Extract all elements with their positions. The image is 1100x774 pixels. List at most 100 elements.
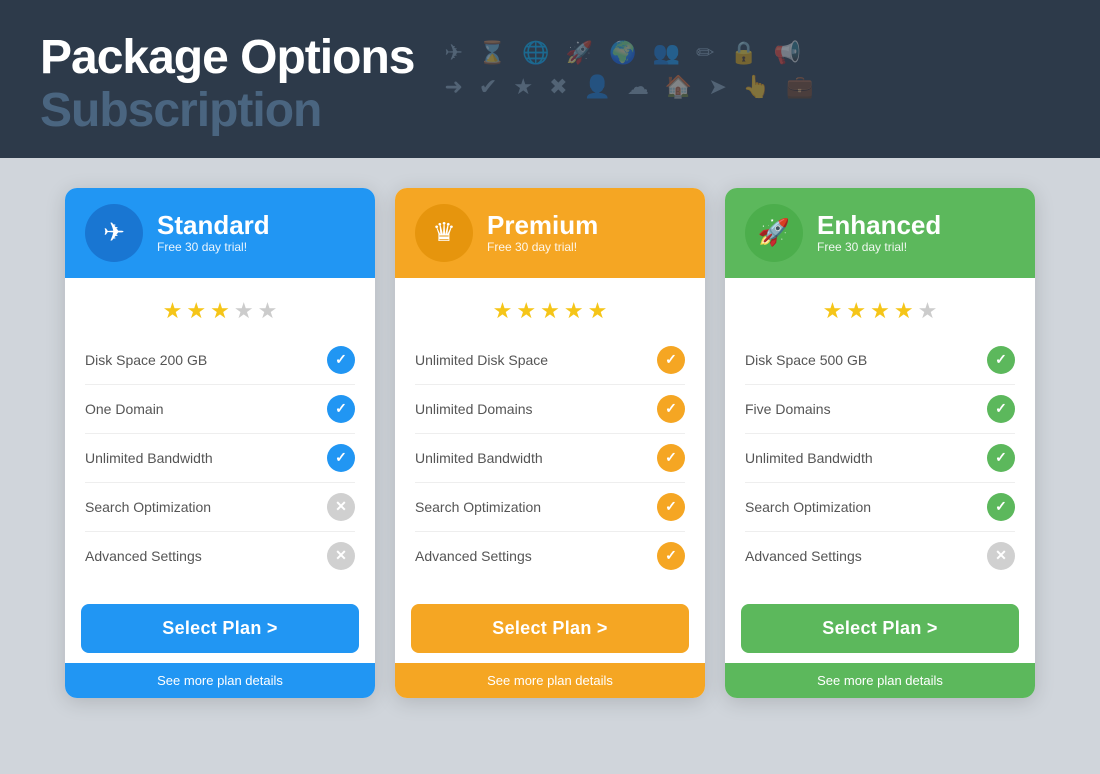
plan-trial-enhanced: Free 30 day trial! bbox=[817, 240, 941, 254]
icon-row-2: ➜ ✔ ★ ✖ 👤 ☁ 🏠 ➤ 👆 💼 bbox=[444, 74, 813, 100]
select-plan-button-enhanced[interactable]: Select Plan > bbox=[741, 604, 1019, 653]
signpost-icon: ✈ bbox=[444, 40, 462, 66]
feature-badge-standard-1: ✓ bbox=[327, 395, 355, 423]
plans-container: ✈StandardFree 30 day trial!★★★★★Disk Spa… bbox=[0, 158, 1100, 774]
feature-badge-enhanced-3: ✓ bbox=[987, 493, 1015, 521]
feature-label-premium-4: Advanced Settings bbox=[415, 548, 532, 564]
header-icon-grid: ✈ ⌛ 🌐 🚀 🌍 👥 ✏ 🔒 📢 ➜ ✔ ★ ✖ 👤 ☁ 🏠 ➤ 👆 💼 bbox=[444, 32, 813, 100]
star-premium-0: ★ bbox=[493, 298, 513, 324]
briefcase-icon: 💼 bbox=[786, 74, 813, 100]
feature-label-enhanced-1: Five Domains bbox=[745, 401, 831, 417]
plan-footer-premium[interactable]: See more plan details bbox=[395, 663, 705, 698]
megaphone-icon: 📢 bbox=[774, 40, 801, 66]
star-enhanced-1: ★ bbox=[846, 298, 866, 324]
feature-label-enhanced-0: Disk Space 500 GB bbox=[745, 352, 867, 368]
feature-row-premium-0: Unlimited Disk Space ✓ bbox=[415, 336, 685, 385]
star-standard-1: ★ bbox=[186, 298, 206, 324]
pointer-icon: 👆 bbox=[743, 74, 770, 100]
select-plan-button-premium[interactable]: Select Plan > bbox=[411, 604, 689, 653]
lock-icon: 🔒 bbox=[730, 40, 757, 66]
star-enhanced-0: ★ bbox=[823, 298, 843, 324]
feature-row-enhanced-0: Disk Space 500 GB ✓ bbox=[745, 336, 1015, 385]
plan-title-block-standard: StandardFree 30 day trial! bbox=[157, 212, 270, 254]
cross-icon: ✖ bbox=[549, 74, 567, 100]
star-standard-4: ★ bbox=[258, 298, 278, 324]
select-plan-button-standard[interactable]: Select Plan > bbox=[81, 604, 359, 653]
feature-label-premium-3: Search Optimization bbox=[415, 499, 541, 515]
feature-label-enhanced-2: Unlimited Bandwidth bbox=[745, 450, 873, 466]
feature-badge-premium-2: ✓ bbox=[657, 444, 685, 472]
plan-icon-enhanced: 🚀 bbox=[745, 204, 803, 262]
feature-label-premium-1: Unlimited Domains bbox=[415, 401, 532, 417]
plan-body-premium: ★★★★★Unlimited Disk Space✓Unlimited Doma… bbox=[395, 278, 705, 590]
feature-label-enhanced-4: Advanced Settings bbox=[745, 548, 862, 564]
plan-footer-enhanced[interactable]: See more plan details bbox=[725, 663, 1035, 698]
feature-row-enhanced-1: Five Domains ✓ bbox=[745, 385, 1015, 434]
feature-label-standard-2: Unlimited Bandwidth bbox=[85, 450, 213, 466]
plan-header-premium: ♛ PremiumFree 30 day trial! bbox=[395, 188, 705, 278]
plan-card-standard: ✈StandardFree 30 day trial!★★★★★Disk Spa… bbox=[65, 188, 375, 698]
feature-badge-enhanced-2: ✓ bbox=[987, 444, 1015, 472]
feature-row-standard-4: Advanced Settings ✕ bbox=[85, 532, 355, 580]
plan-footer-standard[interactable]: See more plan details bbox=[65, 663, 375, 698]
hourglass-icon: ⌛ bbox=[479, 40, 506, 66]
star-premium-1: ★ bbox=[516, 298, 536, 324]
pencil-icon: ✏ bbox=[696, 40, 714, 66]
home-icon: 🏠 bbox=[665, 74, 692, 100]
plan-card-enhanced: 🚀EnhancedFree 30 day trial!★★★★★Disk Spa… bbox=[725, 188, 1035, 698]
plan-body-standard: ★★★★★Disk Space 200 GB✓One Domain✓Unlimi… bbox=[65, 278, 375, 590]
feature-badge-standard-4: ✕ bbox=[327, 542, 355, 570]
feature-label-standard-4: Advanced Settings bbox=[85, 548, 202, 564]
star-enhanced-4: ★ bbox=[918, 298, 938, 324]
star-enhanced-3: ★ bbox=[894, 298, 914, 324]
icon-row-1: ✈ ⌛ 🌐 🚀 🌍 👥 ✏ 🔒 📢 bbox=[444, 40, 813, 66]
feature-row-standard-2: Unlimited Bandwidth✓ bbox=[85, 434, 355, 483]
feature-badge-enhanced-0: ✓ bbox=[987, 346, 1015, 374]
star-premium-3: ★ bbox=[564, 298, 584, 324]
feature-badge-enhanced-1: ✓ bbox=[987, 395, 1015, 423]
star-standard-3: ★ bbox=[234, 298, 254, 324]
feature-label-standard-0: Disk Space 200 GB bbox=[85, 352, 207, 368]
plan-body-enhanced: ★★★★★Disk Space 500 GB✓Five Domains✓Unli… bbox=[725, 278, 1035, 590]
page-header: Package Options Subscription ✈ ⌛ 🌐 🚀 🌍 👥… bbox=[0, 0, 1100, 158]
feature-row-enhanced-4: Advanced Settings ✕ bbox=[745, 532, 1015, 580]
feature-row-premium-4: Advanced Settings ✓ bbox=[415, 532, 685, 580]
feature-row-standard-0: Disk Space 200 GB ✓ bbox=[85, 336, 355, 385]
plan-name-premium: Premium bbox=[487, 212, 598, 238]
plan-title-block-enhanced: Enhanced Free 30 day trial! bbox=[817, 212, 941, 254]
star-premium-2: ★ bbox=[540, 298, 560, 324]
star-standard-2: ★ bbox=[210, 298, 230, 324]
send-icon: ➤ bbox=[708, 74, 726, 100]
feature-row-standard-1: One Domain ✓ bbox=[85, 385, 355, 434]
plan-header-standard: ✈ StandardFree 30 day trial! bbox=[65, 188, 375, 278]
plan-title-block-premium: PremiumFree 30 day trial! bbox=[487, 212, 598, 254]
plan-icon-premium: ♛ bbox=[415, 204, 473, 262]
people-icon: 👥 bbox=[653, 40, 680, 66]
feature-row-premium-1: Unlimited Domains ✓ bbox=[415, 385, 685, 434]
plan-icon-standard: ✈ bbox=[85, 204, 143, 262]
arrow-icon: ➜ bbox=[444, 74, 462, 100]
globe-icon: 🌐 bbox=[522, 40, 549, 66]
star-icon: ★ bbox=[513, 74, 533, 100]
feature-label-standard-3: Search Optimization bbox=[85, 499, 211, 515]
star-standard-0: ★ bbox=[163, 298, 183, 324]
rocket-icon: 🚀 bbox=[566, 40, 593, 66]
feature-badge-premium-4: ✓ bbox=[657, 542, 685, 570]
plan-name-enhanced: Enhanced bbox=[817, 212, 941, 238]
plan-trial-standard: Free 30 day trial! bbox=[157, 240, 270, 254]
feature-label-premium-0: Unlimited Disk Space bbox=[415, 352, 548, 368]
feature-label-enhanced-3: Search Optimization bbox=[745, 499, 871, 515]
earth-icon: 🌍 bbox=[609, 40, 636, 66]
page-title-sub: Subscription bbox=[40, 85, 414, 138]
star-premium-4: ★ bbox=[588, 298, 608, 324]
header-titles: Package Options Subscription bbox=[40, 32, 414, 138]
plan-header-enhanced: 🚀 Enhanced Free 30 day trial! bbox=[725, 188, 1035, 278]
feature-badge-premium-0: ✓ bbox=[657, 346, 685, 374]
feature-badge-premium-1: ✓ bbox=[657, 395, 685, 423]
feature-badge-enhanced-4: ✕ bbox=[987, 542, 1015, 570]
feature-row-premium-3: Search Optimization✓ bbox=[415, 483, 685, 532]
feature-badge-standard-0: ✓ bbox=[327, 346, 355, 374]
feature-row-standard-3: Search Optimization ✕ bbox=[85, 483, 355, 532]
feature-badge-standard-3: ✕ bbox=[327, 493, 355, 521]
feature-label-standard-1: One Domain bbox=[85, 401, 164, 417]
